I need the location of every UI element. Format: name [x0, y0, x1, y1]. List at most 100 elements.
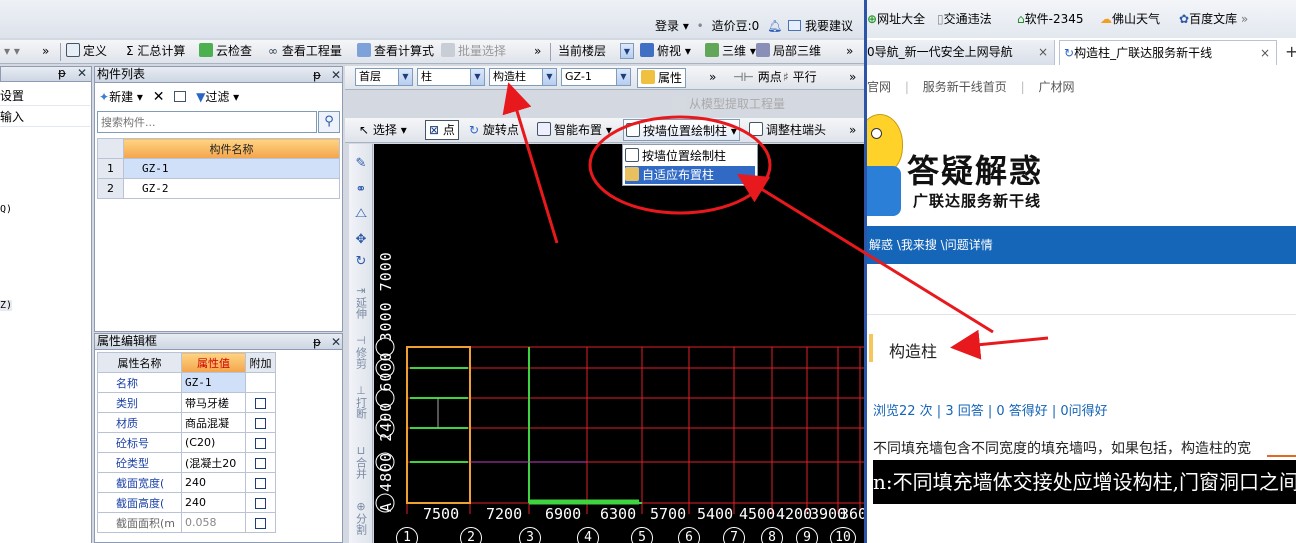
search-icon[interactable]: ⚲	[318, 111, 340, 133]
table-row[interactable]: 2 GZ-2	[97, 178, 340, 199]
local-3d-button[interactable]: 局部三维	[756, 40, 821, 62]
nav-link[interactable]: 广材网	[1038, 80, 1074, 94]
merge-button[interactable]: ⊔ 合并	[351, 444, 371, 482]
mirror-icon[interactable]: ⧍	[351, 206, 371, 221]
cad-canvas[interactable]: A 4800 2400 6000 3000 7000	[374, 144, 864, 543]
current-floor-dropdown[interactable]: ▼	[620, 43, 634, 59]
table-row[interactable]: 1 GZ-1	[97, 158, 340, 179]
prop-value[interactable]: (C20)	[181, 432, 246, 453]
nav-link[interactable]: 官网	[867, 80, 891, 94]
tree-item-input[interactable]: 输入	[0, 107, 90, 127]
define-button[interactable]: 定义	[66, 40, 107, 62]
extra-checkbox[interactable]	[255, 417, 266, 429]
tree-item-q[interactable]: Q)	[0, 204, 12, 215]
prop-value[interactable]: 240	[181, 472, 246, 493]
adjust-end-button[interactable]: 调整柱端头	[749, 119, 826, 141]
trim-button[interactable]: ⊣ 修剪	[351, 334, 371, 372]
toolbar-overflow-mid[interactable]: »	[534, 40, 541, 62]
prop-value[interactable]: 240	[181, 492, 246, 513]
delete-icon[interactable]: ✕	[153, 89, 165, 105]
table-row[interactable]: 类别 带马牙槎	[97, 392, 276, 413]
row-name[interactable]: GZ-2	[123, 178, 340, 199]
close-icon[interactable]: ✕	[77, 66, 87, 80]
extra-checkbox[interactable]	[255, 397, 266, 409]
table-row[interactable]: 截面高度(240	[97, 492, 276, 513]
batch-select-button[interactable]: 批量选择	[441, 40, 506, 62]
tree-item-z[interactable]: Z)	[0, 300, 13, 311]
extra-checkbox[interactable]	[255, 457, 266, 469]
parallel-button[interactable]: ♯ 平行	[783, 66, 817, 88]
pin-icon[interactable]: ᵽ	[58, 66, 66, 80]
browser-tab-2[interactable]: ↻构造柱_广联达服务新干线 ×	[1059, 40, 1277, 65]
sum-calc-button[interactable]: Σ 汇总计算	[126, 40, 185, 62]
bookmark-item[interactable]: ✿百度文库 »	[1179, 10, 1248, 27]
top-view-button[interactable]: 俯视 ▾	[640, 40, 691, 62]
tab-close-icon[interactable]: ×	[1038, 40, 1048, 65]
column-header-name[interactable]: 构件名称	[123, 138, 340, 159]
prop-value[interactable]: 带马牙槎	[181, 392, 246, 413]
select-button[interactable]: ↖ 选择 ▾	[359, 119, 407, 141]
prop-value[interactable]: 商品混凝	[181, 412, 246, 433]
selector-overflow-right[interactable]: »	[849, 66, 856, 88]
filter-button[interactable]: ▼过滤 ▾	[196, 90, 239, 104]
smart-place-button[interactable]: 智能布置 ▾	[537, 119, 612, 141]
bookmark-item[interactable]: ▯交通违法	[937, 10, 992, 27]
subtype-select[interactable]: 构造柱 ▼	[489, 68, 557, 86]
view-formula-button[interactable]: 查看计算式	[357, 40, 434, 62]
component-select[interactable]: GZ-1 ▼	[561, 68, 631, 86]
toolbar-overflow-right[interactable]: »	[846, 40, 853, 62]
two-point-button[interactable]: ⊣⊢ 两点	[733, 66, 782, 88]
pin-icon[interactable]: ᵽ	[313, 68, 321, 82]
point-button[interactable]: ⊠ 点	[425, 120, 459, 140]
move-icon[interactable]: ✥	[351, 232, 371, 247]
floor-select[interactable]: 首层 ▼	[355, 68, 413, 86]
rotate-icon[interactable]: ↻	[351, 254, 371, 269]
nav-link[interactable]: 服务新干线首页	[923, 80, 1007, 94]
suggest-link[interactable]: 我要建议	[805, 19, 853, 33]
break-button[interactable]: ⊥ 打断	[351, 384, 371, 422]
table-row[interactable]: 截面宽度(240	[97, 472, 276, 493]
prop-value[interactable]: GZ-1	[181, 372, 246, 393]
property-button[interactable]: 属性	[637, 68, 687, 88]
tree-item-settings[interactable]: 设置	[0, 86, 90, 106]
table-row[interactable]: 截面面积(m 0.058	[97, 512, 276, 533]
copy-icon[interactable]	[174, 91, 187, 102]
toolbar-chevron[interactable]: ▾ ▾	[4, 40, 20, 62]
extra-checkbox[interactable]	[255, 497, 266, 509]
copy-shapes-icon[interactable]: ⚭	[351, 182, 371, 197]
pin-icon[interactable]: ᵽ	[313, 335, 321, 349]
close-icon[interactable]: ✕	[331, 335, 341, 349]
extra-checkbox[interactable]	[255, 517, 266, 529]
by-wall-draw-button[interactable]: 按墙位置绘制柱 ▾	[623, 119, 740, 141]
prop-value[interactable]: (混凝土20	[181, 452, 246, 473]
pencil-icon[interactable]: ✎	[351, 156, 371, 171]
extend-button[interactable]: ⇥ 延伸	[351, 284, 371, 322]
tab-close-icon[interactable]: ×	[1260, 41, 1270, 65]
new-tab-button[interactable]: +	[1285, 42, 1296, 61]
bookmark-item[interactable]: ⊕网址大全	[867, 10, 925, 27]
bell-icon[interactable]: 🔔︎	[767, 19, 782, 33]
prop-value[interactable]: 0.058	[181, 512, 246, 533]
search-input[interactable]	[97, 111, 317, 133]
table-row[interactable]: 砼标号 (C20)	[97, 432, 276, 453]
login-link[interactable]: 登录 ▾	[655, 19, 689, 33]
new-button[interactable]: ✦新建 ▾	[99, 90, 143, 104]
cloud-check-button[interactable]: 云检查	[199, 40, 252, 62]
table-row[interactable]: 名称 GZ-1	[97, 372, 276, 393]
bookmark-item[interactable]: ☁佛山天气	[1100, 10, 1160, 27]
browser-tab-1[interactable]: 0导航_新一代安全上网导航 ×	[867, 40, 1055, 65]
view-quantity-button[interactable]: ∞ 查看工程量	[268, 40, 342, 62]
toolbar-overflow-left[interactable]: »	[42, 40, 49, 62]
close-icon[interactable]: ✕	[331, 68, 341, 82]
breadcrumb[interactable]: 解惑 \我来搜 \问题详情	[869, 236, 993, 253]
table-row[interactable]: 砼类型 (混凝土20	[97, 452, 276, 473]
bookmark-item[interactable]: ⌂软件-2345	[1017, 10, 1084, 27]
type-select[interactable]: 柱 ▼	[417, 68, 485, 86]
split-button[interactable]: ⊕ 分割	[351, 500, 371, 538]
rotate-point-button[interactable]: ↻ 旋转点	[469, 119, 519, 141]
draw-overflow[interactable]: »	[849, 119, 856, 141]
selector-overflow[interactable]: »	[709, 66, 716, 88]
extract-button[interactable]: 从模型提取工程量	[672, 94, 785, 114]
three-d-button[interactable]: 三维 ▾	[705, 40, 756, 62]
extra-checkbox[interactable]	[255, 437, 266, 449]
